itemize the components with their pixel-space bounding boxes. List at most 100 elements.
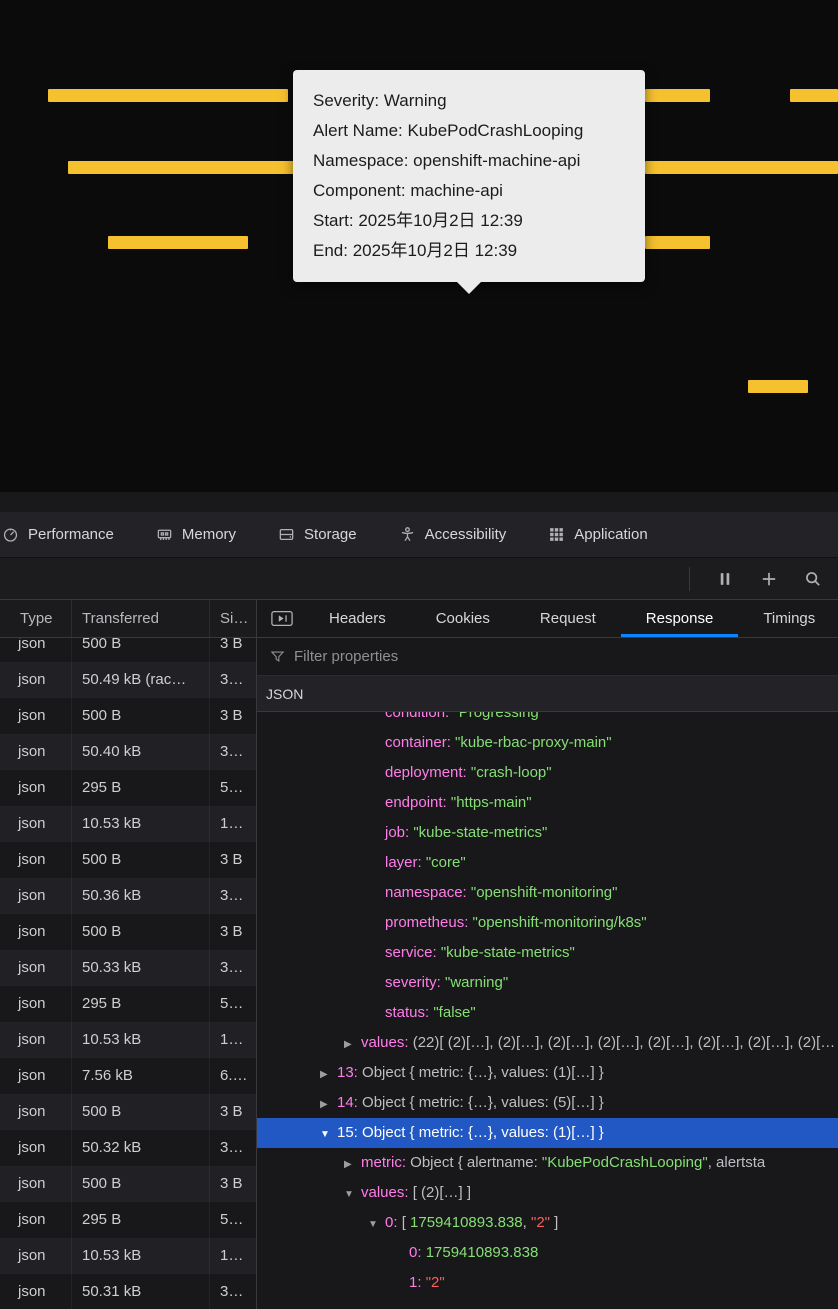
request-row[interactable]: json295 B5… <box>0 986 256 1022</box>
json-segment-key: 0: <box>409 1244 426 1261</box>
request-cell-size: 6.… <box>210 1058 256 1094</box>
request-cell-trans: 50.32 kB <box>72 1130 210 1166</box>
request-row[interactable]: json50.36 kB3… <box>0 878 256 914</box>
panel-tab-label: Application <box>574 526 647 543</box>
request-cell-trans: 50.40 kB <box>72 734 210 770</box>
json-tree-row[interactable]: job: "kube-state-metrics" <box>257 818 838 848</box>
json-tree-row[interactable]: deployment: "crash-loop" <box>257 758 838 788</box>
details-tab-timings[interactable]: Timings <box>738 600 838 637</box>
json-segment-str: "core" <box>426 854 466 871</box>
application-icon <box>548 526 565 543</box>
request-cell-trans: 500 B <box>72 1094 210 1130</box>
chevron-down-icon[interactable]: ▼ <box>368 1210 385 1238</box>
json-tree-row[interactable]: prometheus: "openshift-monitoring/k8s" <box>257 908 838 938</box>
json-tree-row[interactable]: 1: "2" <box>257 1268 838 1298</box>
json-section-header[interactable]: JSON <box>257 676 838 712</box>
alert-timeline-bar[interactable] <box>645 236 710 249</box>
details-tab-response[interactable]: Response <box>621 600 739 637</box>
json-tree-row[interactable]: ▼0: [ 1759410893.838, "2" ] <box>257 1208 838 1238</box>
json-tree-row[interactable]: condition: "Progressing" <box>257 712 838 728</box>
pause-icon[interactable] <box>716 570 734 588</box>
column-header-trans[interactable]: Transferred <box>72 600 210 637</box>
request-cell-type: json <box>0 1166 72 1202</box>
alert-timeline-bar[interactable] <box>48 89 288 102</box>
request-row[interactable]: json50.31 kB3… <box>0 1274 256 1309</box>
json-tree-row[interactable]: ▶13: Object { metric: {…}, values: (1)[…… <box>257 1058 838 1088</box>
json-segment-plain: [ <box>402 1214 410 1231</box>
json-segment-key: condition: <box>385 712 453 721</box>
request-row[interactable]: json500 B3 B <box>0 842 256 878</box>
json-tree-row[interactable]: ▶metric: Object { alertname: "KubePodCra… <box>257 1148 838 1178</box>
request-row[interactable]: json10.53 kB1… <box>0 806 256 842</box>
json-tree-row[interactable]: layer: "core" <box>257 848 838 878</box>
request-cell-trans: 500 B <box>72 1166 210 1202</box>
request-row[interactable]: json10.53 kB1… <box>0 1238 256 1274</box>
request-row[interactable]: json500 B3 B <box>0 638 256 662</box>
request-row[interactable]: json500 B3 B <box>0 698 256 734</box>
json-tree-row[interactable]: ▶values: (22)[ (2)[…], (2)[…], (2)[…], (… <box>257 1028 838 1058</box>
chevron-right-icon[interactable]: ▶ <box>320 1060 337 1088</box>
json-tree-row[interactable]: service: "kube-state-metrics" <box>257 938 838 968</box>
chevron-right-icon[interactable]: ▶ <box>344 1150 361 1178</box>
filter-properties-input[interactable] <box>294 648 838 665</box>
json-tree-row[interactable]: status: "false" <box>257 998 838 1028</box>
devtools-tab-storage[interactable]: Storage <box>257 512 378 557</box>
play-box-icon[interactable] <box>257 600 304 637</box>
request-row[interactable]: json10.53 kB1… <box>0 1022 256 1058</box>
json-segment-key: 15: <box>337 1124 362 1141</box>
chevron-down-icon[interactable]: ▼ <box>344 1180 361 1208</box>
request-row[interactable]: json50.33 kB3… <box>0 950 256 986</box>
request-row[interactable]: json500 B3 B <box>0 1094 256 1130</box>
json-segment-key: endpoint: <box>385 794 451 811</box>
json-tree-row[interactable]: namespace: "openshift-monitoring" <box>257 878 838 908</box>
json-segment-num: 1759410893.838 <box>410 1214 523 1231</box>
devtools-tab-application[interactable]: Application <box>527 512 668 557</box>
json-tree-row[interactable]: ▼15: Object { metric: {…}, values: (1)[…… <box>257 1118 838 1148</box>
tooltip-pointer <box>456 281 482 294</box>
alert-timeline-bar[interactable] <box>645 161 838 174</box>
request-row[interactable]: json295 B5… <box>0 770 256 806</box>
devtools-tab-accessibility[interactable]: Accessibility <box>378 512 528 557</box>
funnel-icon <box>270 649 285 664</box>
devtools-tab-memory[interactable]: Memory <box>135 512 257 557</box>
plus-icon[interactable] <box>760 570 778 588</box>
panel-tab-label: Storage <box>304 526 357 543</box>
request-cell-trans: 50.36 kB <box>72 878 210 914</box>
devtools-tab-performance[interactable]: Performance <box>0 512 135 557</box>
search-icon[interactable] <box>804 570 822 588</box>
request-row[interactable]: json50.32 kB3… <box>0 1130 256 1166</box>
request-row[interactable]: json50.40 kB3… <box>0 734 256 770</box>
json-tree-row[interactable]: container: "kube-rbac-proxy-main" <box>257 728 838 758</box>
alert-timeline-bar[interactable] <box>790 89 838 102</box>
request-row[interactable]: json500 B3 B <box>0 1166 256 1202</box>
alert-timeline-bar[interactable] <box>68 161 296 174</box>
json-tree-row[interactable]: endpoint: "https-main" <box>257 788 838 818</box>
alert-timeline-bar[interactable] <box>645 89 710 102</box>
alert-timeline-bar[interactable] <box>108 236 248 249</box>
request-cell-trans: 50.31 kB <box>72 1274 210 1309</box>
json-segment-key: namespace: <box>385 884 471 901</box>
request-row[interactable]: json500 B3 B <box>0 914 256 950</box>
request-row[interactable]: json50.49 kB (rac…3… <box>0 662 256 698</box>
json-tree-row[interactable]: 0: 1759410893.838 <box>257 1238 838 1268</box>
request-row[interactable]: json295 B5… <box>0 1202 256 1238</box>
details-tab-cookies[interactable]: Cookies <box>411 600 515 637</box>
request-cell-type: json <box>0 1130 72 1166</box>
details-tab-headers[interactable]: Headers <box>304 600 411 637</box>
network-main: TypeTransferredSi… json500 B3 Bjson50.49… <box>0 600 838 1309</box>
alert-timeline-bar[interactable] <box>748 380 808 393</box>
chevron-right-icon[interactable]: ▶ <box>344 1030 361 1058</box>
column-header-size[interactable]: Si… <box>210 600 256 637</box>
request-cell-type: json <box>0 770 72 806</box>
column-header-type[interactable]: Type <box>0 600 72 637</box>
json-tree-row[interactable]: ▶14: Object { metric: {…}, values: (5)[…… <box>257 1088 838 1118</box>
json-tree-row[interactable]: ▼values: [ (2)[…] ] <box>257 1178 838 1208</box>
details-tab-request[interactable]: Request <box>515 600 621 637</box>
chevron-down-icon[interactable]: ▼ <box>320 1120 337 1148</box>
json-tree-row[interactable]: severity: "warning" <box>257 968 838 998</box>
json-segment-plain: , <box>523 1214 531 1231</box>
request-row[interactable]: json7.56 kB6.… <box>0 1058 256 1094</box>
page-background-strip <box>0 492 838 512</box>
json-segment-str: "openshift-monitoring/k8s" <box>473 914 647 931</box>
chevron-right-icon[interactable]: ▶ <box>320 1090 337 1118</box>
